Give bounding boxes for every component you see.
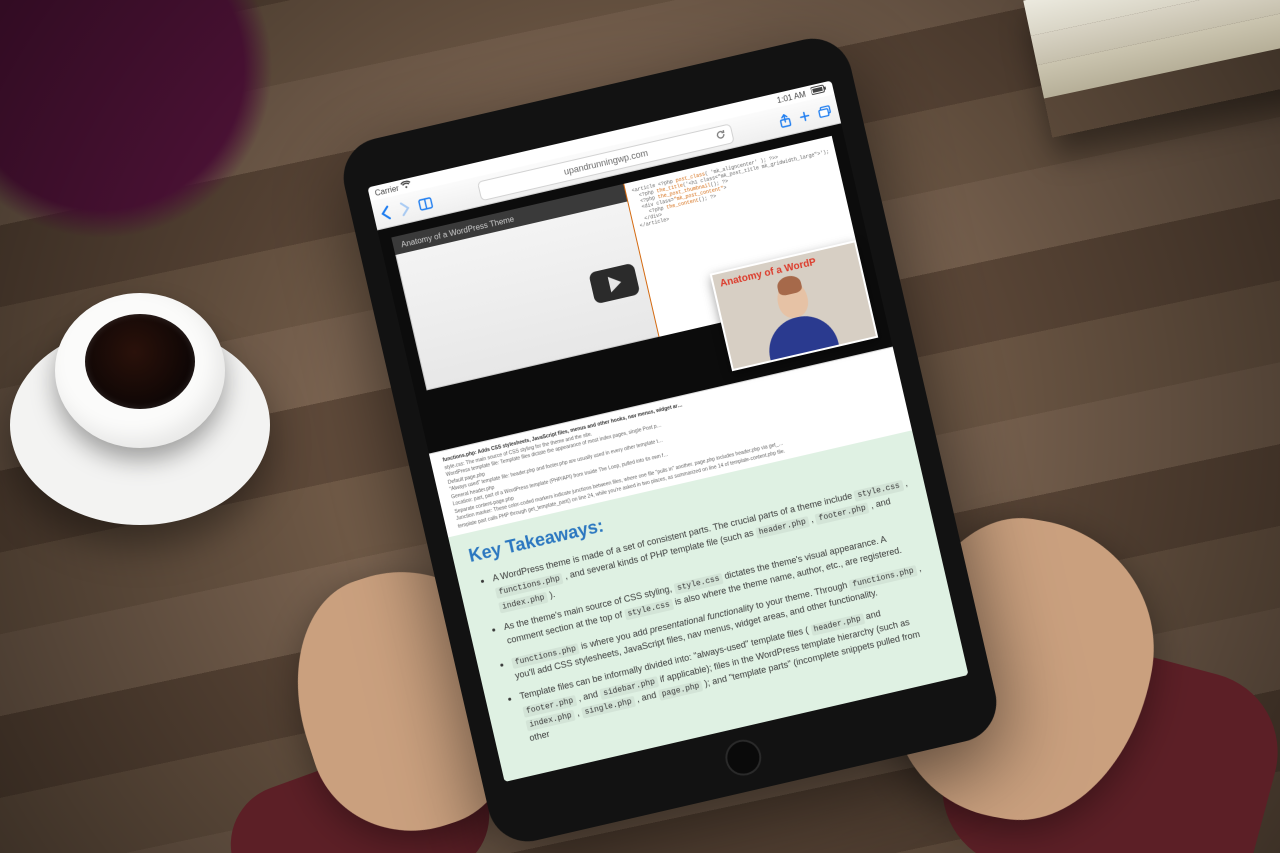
new-tab-button[interactable] (797, 109, 811, 123)
stacked-books (1023, 0, 1280, 138)
takeaways-list: A WordPress theme is made of a set of co… (474, 477, 947, 751)
refresh-icon[interactable] (714, 128, 726, 142)
back-button[interactable] (378, 204, 393, 220)
forward-button[interactable] (398, 200, 413, 216)
wifi-icon (401, 180, 413, 192)
play-button[interactable] (588, 263, 640, 305)
share-button[interactable] (778, 112, 793, 128)
bookmarks-button[interactable] (417, 196, 433, 211)
tabs-button[interactable] (817, 104, 833, 119)
home-button[interactable] (722, 736, 765, 779)
coffee-liquid (85, 314, 195, 409)
ipad-screen: Carrier 1:01 AM (367, 81, 968, 782)
web-page[interactable]: Anatomy of a WordPress Theme <article <?… (377, 123, 968, 782)
photo-scene: Carrier 1:01 AM (0, 0, 1280, 853)
code-chip: functions.php (849, 565, 918, 591)
